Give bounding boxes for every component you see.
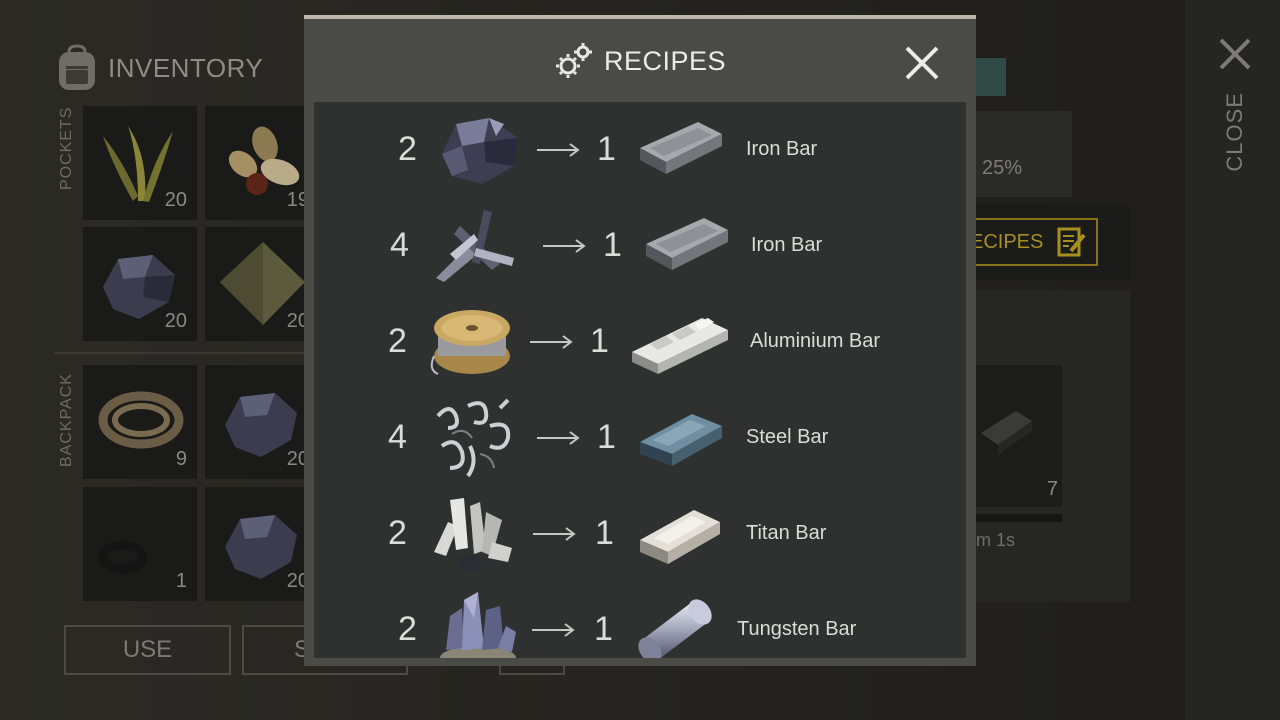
slot-count: 20 (164, 310, 187, 332)
input-quantity: 2 (388, 514, 407, 552)
recipe-row[interactable]: 4 1 Steel Bar (314, 390, 966, 486)
pockets-label: POCKETS (58, 106, 75, 190)
scrap-metal-icon (436, 210, 514, 282)
output-name: Titan Bar (746, 522, 827, 544)
slot-count: 20 (164, 189, 187, 211)
backpack-slot[interactable]: 9 (83, 365, 197, 479)
recipes-modal: RECIPES 2 1 Iron Bar 4 1 Iron Bar 2 1 Al… (304, 15, 976, 666)
arrow-right-icon (537, 431, 580, 445)
titan-bar-icon (640, 510, 720, 564)
iron-bar-icon (646, 218, 728, 270)
iron-bar-icon (640, 122, 722, 174)
recipes-button[interactable]: ECIPES (960, 218, 1098, 266)
recipe-row[interactable]: 2 1 Iron Bar (314, 102, 966, 198)
input-quantity: 2 (398, 610, 417, 648)
input-quantity: 2 (388, 322, 407, 360)
iron-bar-icon (981, 411, 1032, 455)
slot-count: 1 (175, 570, 187, 592)
furnace-slot[interactable]: 7 (976, 365, 1062, 507)
output-name: Steel Bar (746, 426, 829, 448)
input-quantity: 2 (398, 130, 417, 168)
close-panel-button[interactable]: CLOSE (1215, 36, 1255, 172)
recipe-row[interactable]: 2 1 Aluminium Bar (314, 294, 966, 390)
recipes-button-label: ECIPES (970, 230, 1044, 253)
output-quantity: 1 (597, 418, 616, 456)
output-quantity: 1 (603, 226, 622, 264)
pocket-slot[interactable]: 19 (205, 106, 319, 220)
metal-shavings-icon (436, 398, 511, 478)
close-icon (1219, 38, 1251, 70)
recipe-row[interactable]: 2 1 Tungsten Bar (314, 582, 966, 658)
backpack-slot[interactable]: 1 (83, 487, 197, 601)
backpack-slot[interactable]: 20 (205, 365, 319, 479)
output-name: Aluminium Bar (750, 330, 881, 352)
input-quantity: 4 (390, 226, 409, 264)
backpack-label: BACKPACK (58, 373, 75, 467)
slot-count: 7 (1046, 478, 1058, 500)
wire-spool-icon (430, 310, 510, 375)
use-button[interactable]: USE (64, 625, 231, 675)
arrow-right-icon (532, 623, 575, 637)
recipe-row[interactable]: 4 1 Iron Bar (314, 198, 966, 294)
arrow-right-icon (533, 527, 576, 541)
tungsten-bar-icon (638, 599, 712, 658)
recipe-list[interactable]: 2 1 Iron Bar 4 1 Iron Bar 2 1 Aluminium … (314, 102, 966, 658)
stat-text: 25% (982, 157, 1023, 179)
modal-title: RECIPES (603, 45, 727, 76)
pocket-slot[interactable]: 20 (83, 106, 197, 220)
modal-header: RECIPES (304, 19, 976, 103)
gears-icon (555, 43, 592, 78)
close-label: CLOSE (1222, 92, 1247, 172)
section-divider (54, 352, 314, 354)
output-quantity: 1 (595, 514, 614, 552)
backpack-icon (59, 44, 95, 90)
arrow-right-icon (537, 143, 580, 157)
inventory-title: INVENTORY (108, 52, 264, 83)
timer-text: m 1s (976, 530, 1016, 550)
slot-count: 9 (175, 448, 187, 470)
close-icon (905, 46, 939, 80)
arrow-right-icon (543, 239, 586, 253)
recipe-row[interactable]: 2 1 Titan Bar (314, 486, 966, 582)
pocket-slot[interactable]: 20 (205, 227, 319, 341)
pocket-slot[interactable]: 20 (83, 227, 197, 341)
backpack-slot[interactable]: 20 (205, 487, 319, 601)
arrow-right-icon (530, 335, 573, 349)
iron-ore-icon (442, 118, 518, 184)
output-name: Tungsten Bar (737, 618, 857, 640)
modal-close-button[interactable] (904, 45, 940, 81)
teal-bar (976, 58, 1006, 96)
input-quantity: 4 (388, 418, 407, 456)
progress-bar (976, 514, 1062, 522)
notebook-icon (1057, 227, 1086, 257)
stat-panel: 25% (976, 111, 1072, 197)
steel-bar-icon (640, 414, 722, 466)
tungsten-ore-icon (440, 592, 516, 658)
output-quantity: 1 (594, 610, 613, 648)
output-name: Iron Bar (746, 138, 818, 160)
titan-ore-icon (434, 498, 512, 572)
inventory-header: INVENTORY (54, 44, 263, 92)
output-quantity: 1 (597, 130, 616, 168)
output-quantity: 1 (590, 322, 609, 360)
output-name: Iron Bar (751, 234, 823, 256)
aluminium-bar-icon (632, 318, 728, 374)
